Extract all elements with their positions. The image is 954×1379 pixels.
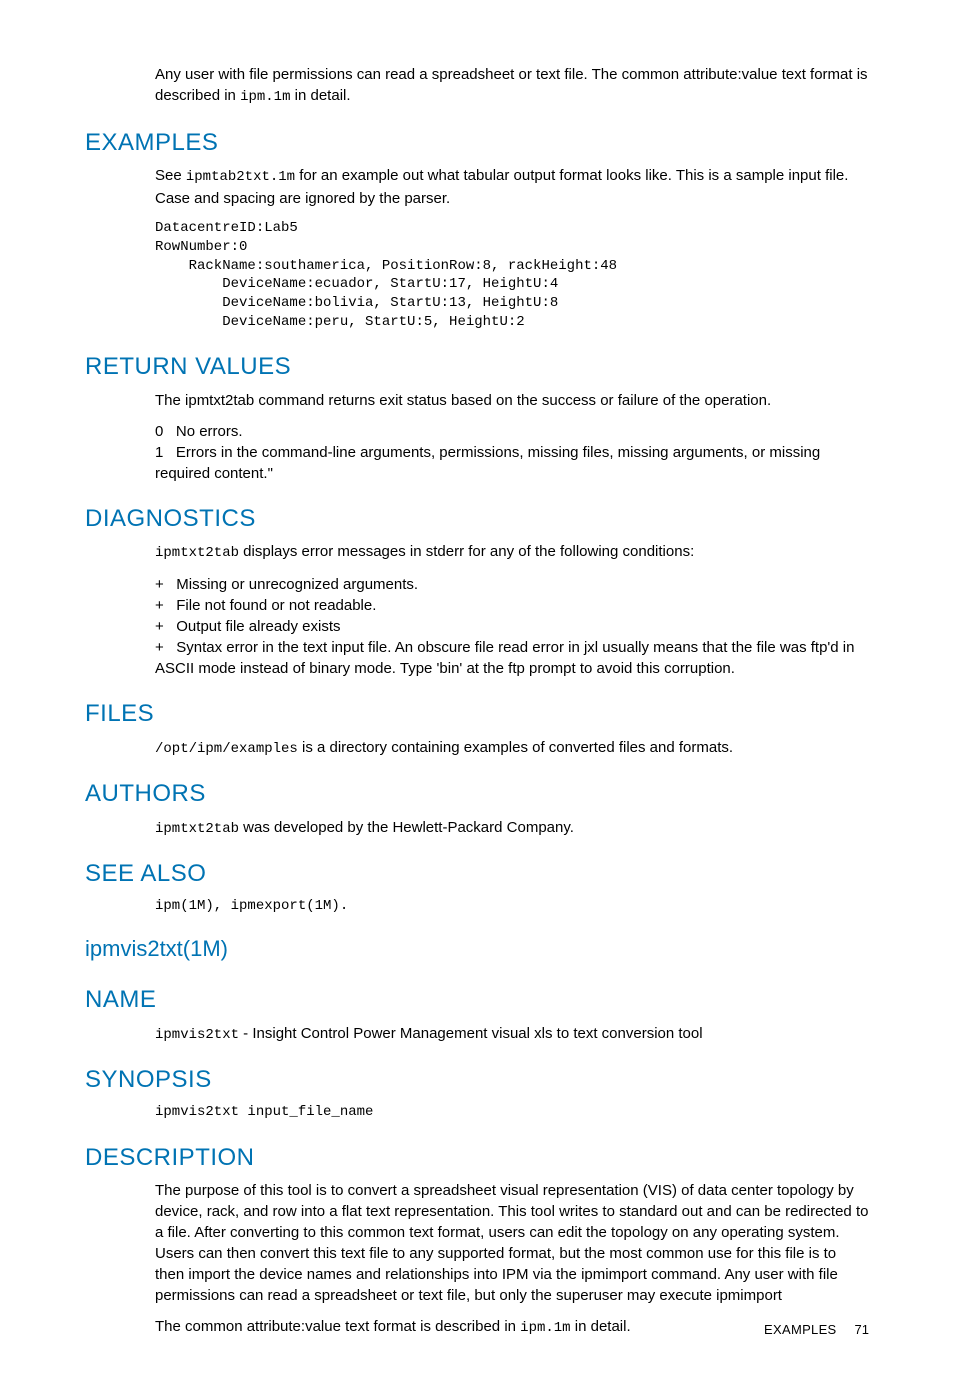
files-heading: Files <box>85 697 869 731</box>
examples-text-a: See <box>155 167 186 184</box>
rv-code-1: 1 <box>155 444 163 461</box>
see-also-block: ipm(1M), ipmexport(1M). <box>155 897 869 917</box>
synopsis-heading: Synopsis <box>85 1063 869 1097</box>
synopsis-code: ipmvis2txt input_file_name <box>155 1103 869 1123</box>
description-p2a: The common attribute:value text format i… <box>155 1318 520 1335</box>
authors-paragraph: ipmtxt2tab was developed by the Hewlett-… <box>155 817 869 840</box>
diag-item-2: + File not found or not readable. <box>155 595 869 616</box>
name-heading: Name <box>85 983 869 1017</box>
return-values-block: The ipmtxt2tab command returns exit stat… <box>155 390 869 484</box>
diagnostics-text: displays error messages in stderr for an… <box>239 543 694 560</box>
footer-page-number: 71 <box>855 1322 869 1337</box>
diagnostics-intro: ipmtxt2tab displays error messages in st… <box>155 541 869 564</box>
return-value-row-1: 1 Errors in the command-line arguments, … <box>155 442 869 484</box>
diagnostics-list: + Missing or unrecognized arguments. + F… <box>155 574 869 679</box>
examples-code-ref: ipmtab2txt.1m <box>186 169 295 185</box>
authors-code: ipmtxt2tab <box>155 821 239 837</box>
name-code: ipmvis2txt <box>155 1027 239 1043</box>
diagnostics-code: ipmtxt2tab <box>155 545 239 561</box>
diag-text-4: Syntax error in the text input file. An … <box>155 639 854 677</box>
diag-item-1: + Missing or unrecognized arguments. <box>155 574 869 595</box>
diag-item-4: + Syntax error in the text input file. A… <box>155 637 869 679</box>
examples-block: See ipmtab2txt.1m for an example out wha… <box>155 165 869 332</box>
description-heading: Description <box>85 1141 869 1175</box>
rv-desc-0: No errors. <box>176 423 243 440</box>
synopsis-block: ipmvis2txt input_file_name <box>155 1103 869 1123</box>
diag-text-1: Missing or unrecognized arguments. <box>176 576 418 593</box>
name-text: - Insight Control Power Management visua… <box>239 1025 703 1042</box>
authors-text: was developed by the Hewlett-Packard Com… <box>239 819 574 836</box>
intro-paragraph: Any user with file permissions can read … <box>155 64 869 108</box>
diag-text-3: Output file already exists <box>176 618 340 635</box>
name-paragraph: ipmvis2txt - Insight Control Power Manag… <box>155 1023 869 1046</box>
diagnostics-heading: Diagnostics <box>85 502 869 536</box>
description-p2-code: ipm.1m <box>520 1320 570 1336</box>
diagnostics-block: ipmtxt2tab displays error messages in st… <box>155 541 869 679</box>
files-paragraph: /opt/ipm/examples is a directory contain… <box>155 737 869 760</box>
intro-block: Any user with file permissions can read … <box>155 64 869 108</box>
intro-code: ipm.1m <box>240 89 290 105</box>
footer-label: EXAMPLES <box>764 1322 836 1337</box>
authors-heading: Authors <box>85 777 869 811</box>
page-footer: EXAMPLES 71 <box>764 1321 869 1339</box>
page: Any user with file permissions can read … <box>0 0 954 1379</box>
diag-item-3: + Output file already exists <box>155 616 869 637</box>
files-block: /opt/ipm/examples is a directory contain… <box>155 737 869 760</box>
description-p1: The purpose of this tool is to convert a… <box>155 1180 869 1306</box>
return-values-list: 0 No errors. 1 Errors in the command-lin… <box>155 421 869 484</box>
diag-text-2: File not found or not readable. <box>176 597 376 614</box>
examples-code-block: DatacentreID:Lab5 RowNumber:0 RackName:s… <box>155 219 869 332</box>
ipmvis-heading: ipmvis2txt(1M) <box>85 934 869 965</box>
return-value-row-0: 0 No errors. <box>155 421 869 442</box>
return-values-intro: The ipmtxt2tab command returns exit stat… <box>155 390 869 411</box>
see-also-code: ipm(1M), ipmexport(1M). <box>155 897 869 917</box>
intro-text-b: in detail. <box>290 87 350 104</box>
description-p2: The common attribute:value text format i… <box>155 1316 869 1339</box>
examples-paragraph: See ipmtab2txt.1m for an example out wha… <box>155 165 869 209</box>
authors-block: ipmtxt2tab was developed by the Hewlett-… <box>155 817 869 840</box>
name-block: ipmvis2txt - Insight Control Power Manag… <box>155 1023 869 1046</box>
rv-code-0: 0 <box>155 423 163 440</box>
files-text: is a directory containing examples of co… <box>298 739 733 756</box>
description-block: The purpose of this tool is to convert a… <box>155 1180 869 1339</box>
files-code: /opt/ipm/examples <box>155 741 298 757</box>
see-also-heading: See Also <box>85 857 869 891</box>
rv-desc-1: Errors in the command-line arguments, pe… <box>155 444 820 482</box>
examples-heading: Examples <box>85 126 869 160</box>
description-p2b: in detail. <box>571 1318 631 1335</box>
return-values-heading: Return Values <box>85 350 869 384</box>
